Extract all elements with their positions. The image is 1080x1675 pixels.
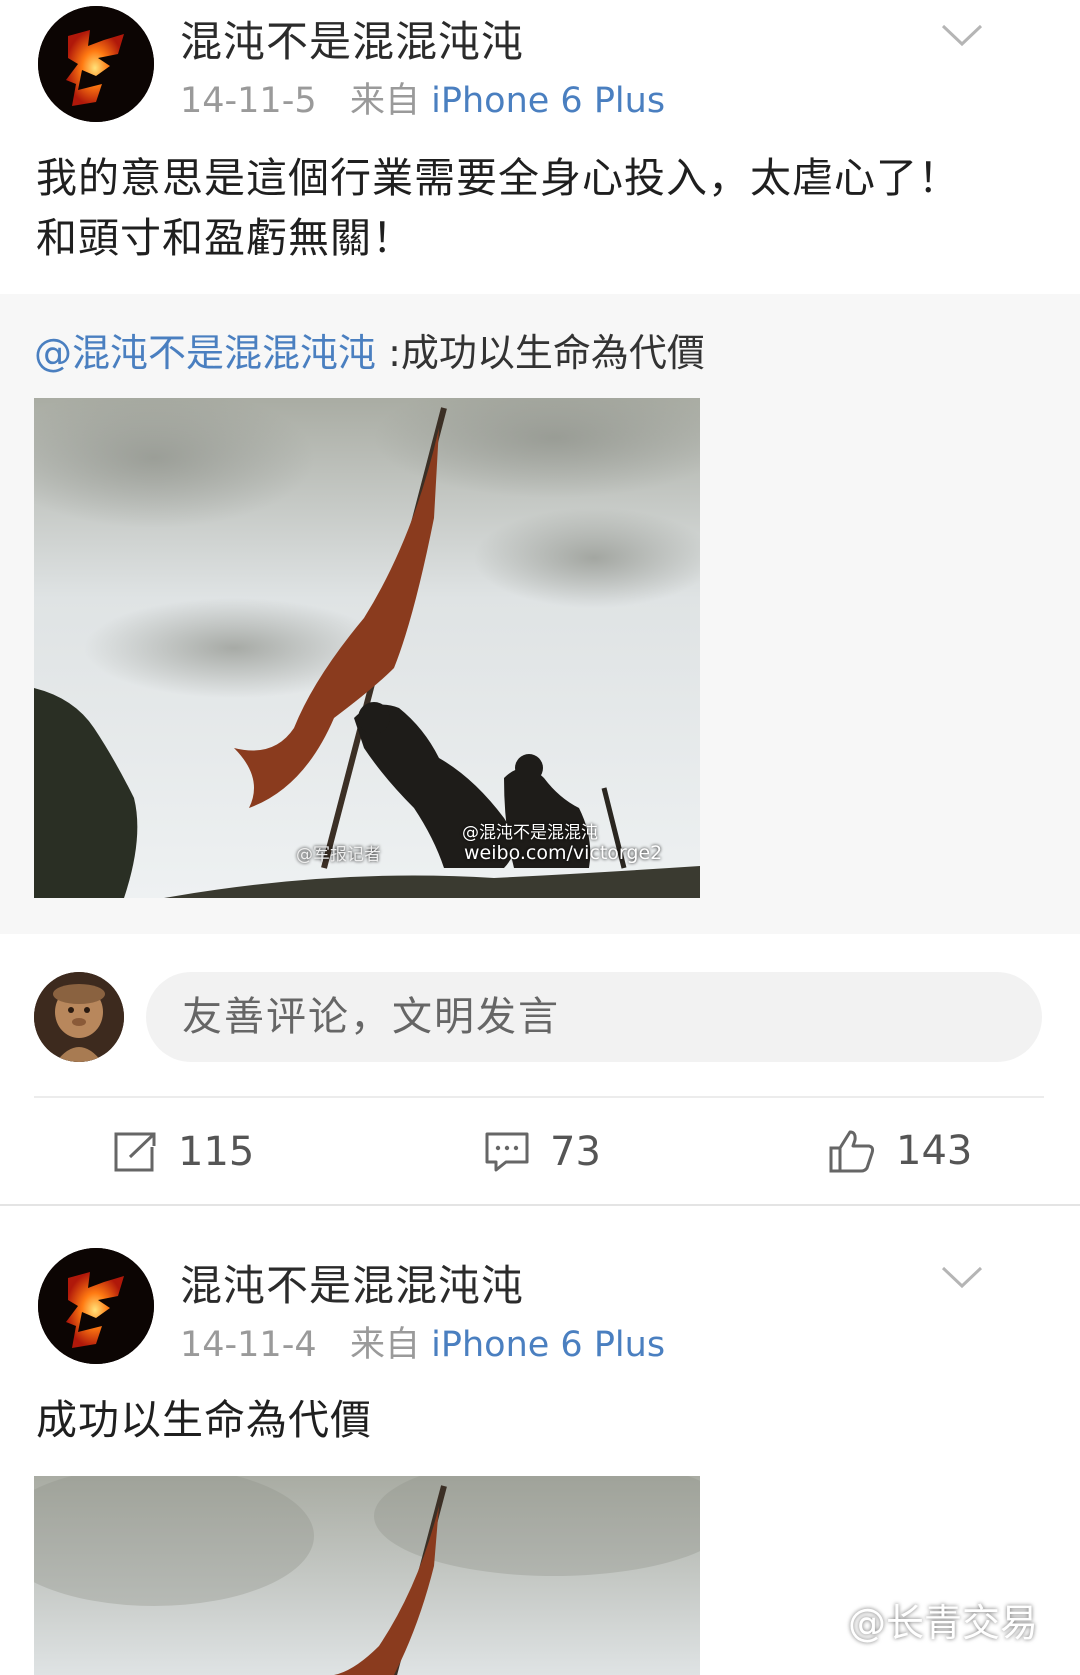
- post-photo[interactable]: [34, 1476, 700, 1675]
- like-button[interactable]: 143: [828, 1122, 972, 1180]
- thumbs-up-icon: [829, 1130, 875, 1173]
- current-user-avatar[interactable]: [34, 972, 124, 1062]
- like-count: 143: [896, 1128, 973, 1174]
- repost-button[interactable]: 115: [112, 1124, 254, 1180]
- source-label: 来自: [350, 81, 421, 121]
- comment-input[interactable]: 友善评论，文明发言: [146, 972, 1042, 1062]
- retweet-text: :成功以生命為代價: [388, 331, 705, 375]
- post-body-line: 和頭寸和盈虧無關！: [36, 214, 414, 262]
- post-date: 14-11-4: [180, 1325, 317, 1365]
- post-meta: 14-11-5 来自 iPhone 6 Plus: [180, 72, 665, 123]
- divider: [34, 1096, 1044, 1098]
- photo-watermark-user: @混沌不是混混沌: [462, 823, 598, 843]
- post-separator: [0, 1204, 1080, 1206]
- retweet-photo[interactable]: @混沌不是混混沌 weibo.com/victorge2 @军报记者: [34, 398, 700, 898]
- chevron-down-icon[interactable]: [940, 20, 984, 50]
- post-body: 成功以生命為代價: [36, 1396, 372, 1444]
- repost-icon: [114, 1132, 156, 1172]
- chevron-down-icon[interactable]: [940, 1262, 984, 1292]
- author-name[interactable]: 混沌不是混混沌沌: [180, 1252, 524, 1313]
- retweet-user[interactable]: @混沌不是混混沌沌: [34, 331, 376, 375]
- comment-icon: [485, 1132, 529, 1172]
- photo-watermark-url: weibo.com/victorge2: [464, 842, 663, 864]
- monkey-figure-icon: [34, 972, 124, 1062]
- post-body-line: 我的意思是這個行業需要全身心投入，太虐心了！: [36, 154, 960, 202]
- author-avatar[interactable]: [38, 6, 154, 122]
- flag-photo-image: [34, 398, 700, 898]
- comment-button[interactable]: 73: [484, 1124, 601, 1180]
- photo-credit: @军报记者: [296, 845, 381, 865]
- dream-logo-icon: [38, 6, 154, 122]
- source-label: 来自: [350, 1325, 421, 1365]
- post-body: 我的意思是這個行業需要全身心投入，太虐心了！ 和頭寸和盈虧無關！: [36, 148, 1046, 268]
- post-date: 14-11-5: [180, 81, 317, 121]
- flag-photo-image: [34, 1476, 700, 1675]
- comment-count: 73: [550, 1129, 601, 1175]
- retweet-header: @混沌不是混混沌沌 :成功以生命為代價: [34, 322, 705, 377]
- dream-logo-icon: [38, 1248, 154, 1364]
- platform-watermark: @长青交易: [848, 1601, 1039, 1645]
- repost-count: 115: [178, 1129, 255, 1175]
- author-name[interactable]: 混沌不是混混沌沌: [180, 8, 524, 69]
- post-meta: 14-11-4 来自 iPhone 6 Plus: [180, 1316, 665, 1367]
- source-device[interactable]: iPhone 6 Plus: [431, 81, 665, 121]
- author-avatar[interactable]: [38, 1248, 154, 1364]
- source-device[interactable]: iPhone 6 Plus: [431, 1325, 665, 1365]
